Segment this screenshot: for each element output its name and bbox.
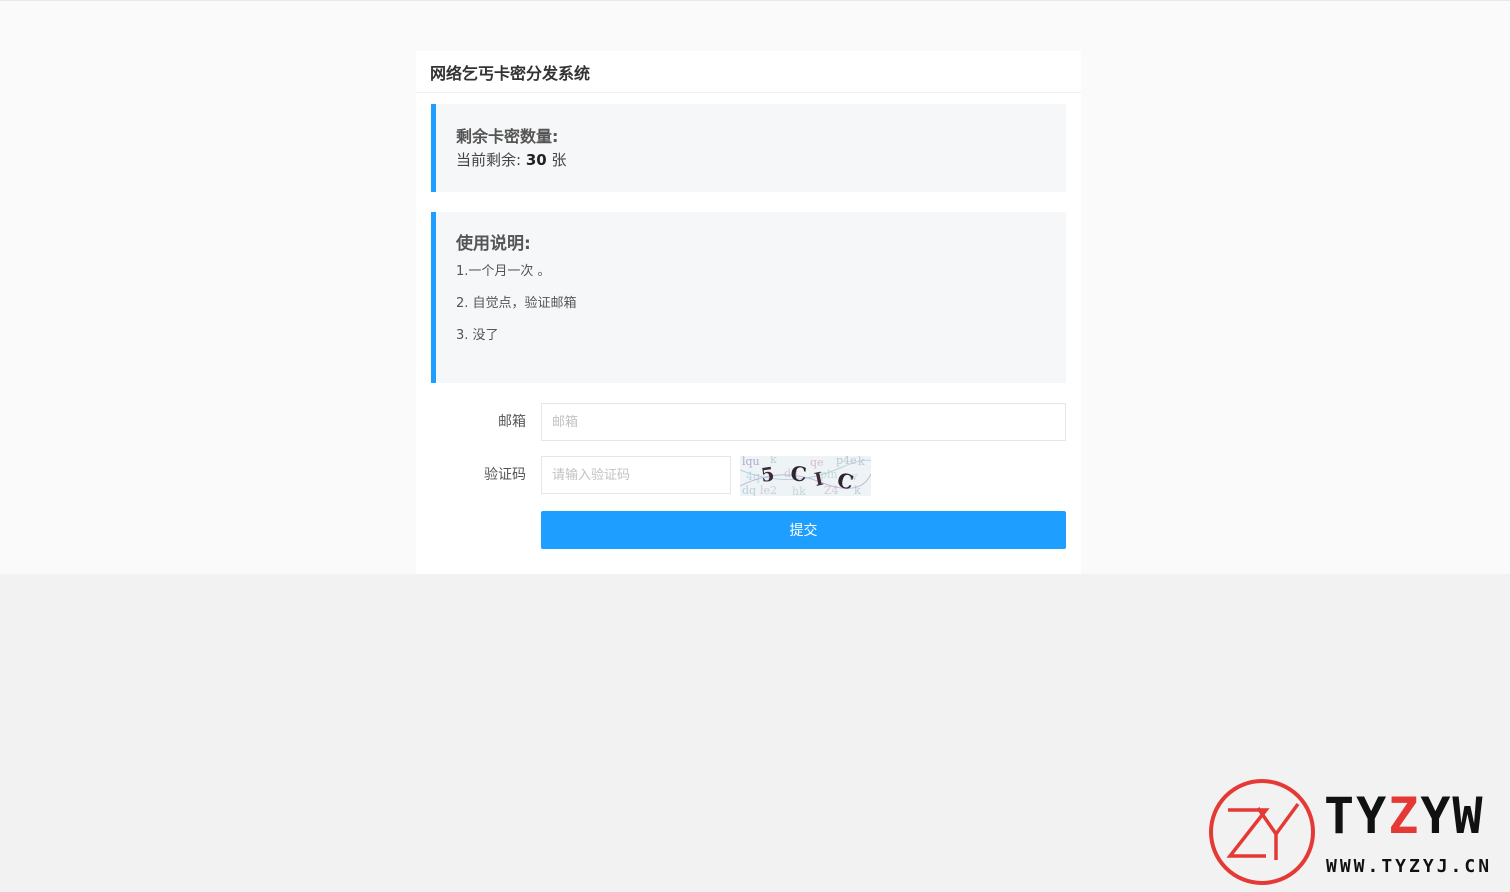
watermark-brand-a: TY: [1324, 787, 1389, 845]
watermark-brand-c: YW: [1420, 787, 1485, 845]
watermark-brand-b: Z: [1388, 787, 1421, 845]
stock-title: 剩余卡密数量:: [456, 127, 559, 146]
email-label: 邮箱: [498, 414, 526, 430]
svg-text:k: k: [858, 456, 865, 468]
usage-item: 3. 没了: [456, 328, 499, 343]
usage-item: 1.一个月一次 。: [456, 264, 551, 279]
usage-instructions-block: 使用说明: 1.一个月一次 。 2. 自觉点，验证邮箱 3. 没了: [431, 212, 1066, 383]
watermark-logo: TYZYW WWW.TYZYJ.CN: [1208, 778, 1508, 888]
svg-text:dq: dq: [742, 484, 756, 496]
svg-text:lqu: lqu: [742, 456, 760, 468]
card-panel: 网络乞丐卡密分发系统 剩余卡密数量: 当前剩余: 30 张 使用说明: 1.一个…: [416, 51, 1081, 574]
stock-count: 30: [525, 151, 547, 169]
captcha-label: 验证码: [484, 467, 526, 483]
stock-info-block: 剩余卡密数量: 当前剩余: 30 张: [431, 104, 1066, 192]
svg-text:C: C: [789, 461, 807, 487]
card-header: 网络乞丐卡密分发系统: [416, 51, 1081, 93]
usage-item: 2. 自觉点，验证邮箱: [456, 296, 577, 311]
email-input[interactable]: [541, 403, 1066, 441]
stock-line: 当前剩余: 30 张: [456, 148, 1066, 172]
captcha-image[interactable]: lqu k qe p4e k 4q dq pln w dq le2 hk Z4 …: [740, 456, 871, 496]
watermark-url: WWW.TYZYJ.CN: [1326, 856, 1493, 877]
svg-text:hk: hk: [792, 485, 806, 496]
usage-title: 使用说明:: [456, 234, 531, 254]
svg-text:4q: 4q: [746, 470, 760, 483]
captcha-input[interactable]: [541, 456, 731, 494]
submit-button[interactable]: 提交: [541, 511, 1066, 549]
stock-unit: 张: [551, 151, 567, 169]
stock-prefix: 当前剩余:: [456, 151, 522, 169]
page-title: 网络乞丐卡密分发系统: [430, 63, 591, 83]
watermark-brand: TYZYW: [1324, 788, 1485, 844]
